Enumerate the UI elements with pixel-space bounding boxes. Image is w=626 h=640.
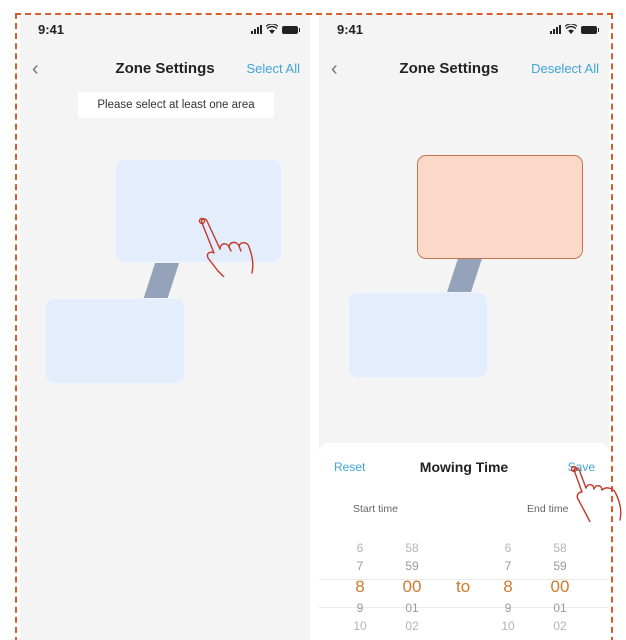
end-time-label: End time bbox=[527, 503, 569, 515]
battery-icon bbox=[581, 26, 599, 34]
picker-option-selected[interactable]: 8 bbox=[347, 575, 373, 599]
page-title: Zone Settings bbox=[399, 60, 499, 77]
picker-option[interactable]: 01 bbox=[547, 599, 573, 617]
picker-option[interactable]: 10 bbox=[495, 617, 521, 635]
chevron-left-icon[interactable]: ‹ bbox=[331, 59, 338, 79]
status-time: 9:41 bbox=[38, 22, 65, 37]
start-time-label: Start time bbox=[353, 503, 398, 515]
picker-option[interactable]: 9 bbox=[347, 599, 373, 617]
picker-option[interactable]: 02 bbox=[547, 617, 573, 635]
nav-bar: ‹ Zone Settings Select All bbox=[20, 55, 310, 85]
hint-banner: Please select at least one area bbox=[78, 92, 274, 118]
wifi-icon bbox=[565, 24, 577, 34]
nav-bar: ‹ Zone Settings Deselect All bbox=[319, 55, 609, 85]
picker-option-selected[interactable]: 00 bbox=[399, 575, 425, 599]
status-bar: 9:41 bbox=[319, 15, 609, 45]
picker-option[interactable]: 02 bbox=[399, 617, 425, 635]
start-hour-picker[interactable]: 6 7 8 9 10 bbox=[347, 539, 373, 635]
signal-icon bbox=[251, 24, 262, 34]
picker-option[interactable]: 10 bbox=[347, 617, 373, 635]
picker-option[interactable]: 6 bbox=[495, 539, 521, 557]
zone-2[interactable] bbox=[348, 292, 488, 378]
start-minute-picker[interactable]: 58 59 00 01 02 bbox=[399, 539, 425, 635]
picker-option[interactable]: 59 bbox=[399, 557, 425, 575]
picker-option[interactable]: 01 bbox=[399, 599, 425, 617]
picker-option-selected[interactable]: 8 bbox=[495, 575, 521, 599]
sheet-header: Reset Mowing Time Save bbox=[319, 443, 609, 487]
zone-1[interactable] bbox=[417, 155, 583, 259]
picker-option[interactable]: 58 bbox=[547, 539, 573, 557]
picker-option[interactable]: 7 bbox=[347, 557, 373, 575]
battery-icon bbox=[282, 26, 300, 34]
end-hour-picker[interactable]: 6 7 8 9 10 bbox=[495, 539, 521, 635]
status-time: 9:41 bbox=[337, 22, 364, 37]
signal-icon bbox=[550, 24, 561, 34]
save-button[interactable]: Save bbox=[568, 460, 595, 474]
select-all-button[interactable]: Select All bbox=[247, 61, 300, 76]
phone-screen-mowing-time: 9:41 ‹ Zone Settings Deselect All Reset … bbox=[319, 15, 609, 640]
zone-1[interactable] bbox=[115, 159, 282, 263]
to-label: to bbox=[456, 577, 471, 596]
phone-screen-zone-select: 9:41 ‹ Zone Settings Select All Please s… bbox=[20, 15, 310, 640]
status-bar: 9:41 bbox=[20, 15, 310, 45]
status-icons bbox=[550, 24, 599, 34]
picker-option-selected[interactable]: 00 bbox=[547, 575, 573, 599]
sheet-title: Mowing Time bbox=[419, 459, 509, 475]
wifi-icon bbox=[266, 24, 278, 34]
status-icons bbox=[251, 24, 300, 34]
picker-option[interactable]: 6 bbox=[347, 539, 373, 557]
picker-option[interactable]: 58 bbox=[399, 539, 425, 557]
end-minute-picker[interactable]: 58 59 00 01 02 bbox=[547, 539, 573, 635]
picker-option[interactable]: 7 bbox=[495, 557, 521, 575]
zone-2[interactable] bbox=[45, 298, 185, 384]
deselect-all-button[interactable]: Deselect All bbox=[531, 61, 599, 76]
picker-option[interactable]: 59 bbox=[547, 557, 573, 575]
picker-option[interactable]: 9 bbox=[495, 599, 521, 617]
mowing-time-sheet: Reset Mowing Time Save Start time End ti… bbox=[319, 443, 609, 640]
